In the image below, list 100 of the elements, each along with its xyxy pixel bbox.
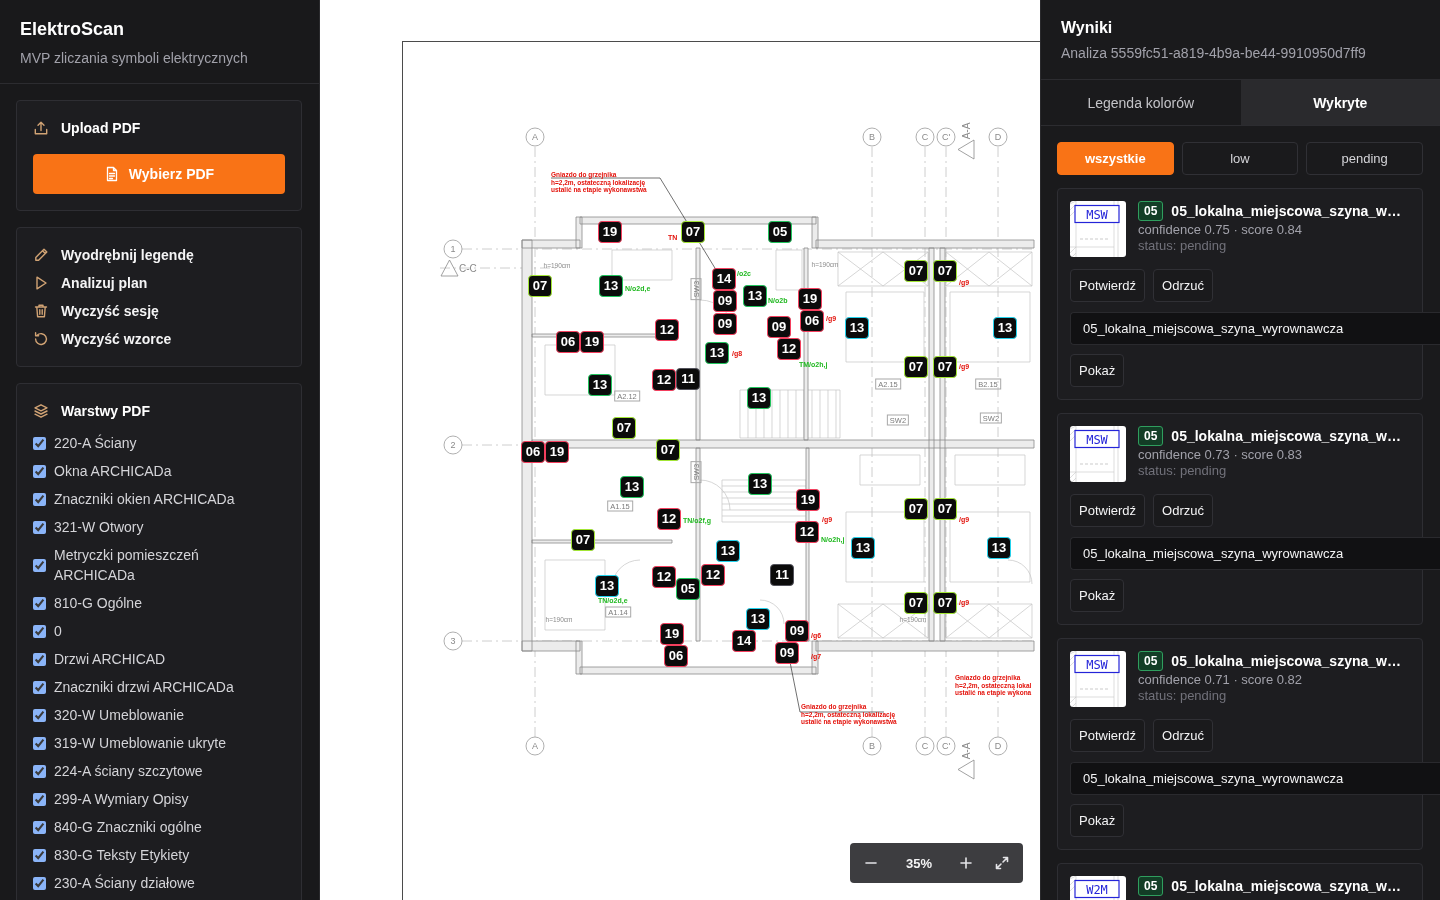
symbol-marker[interactable]: 14: [712, 268, 736, 290]
symbol-marker[interactable]: 07: [681, 221, 705, 243]
result-title: 05_lokalna_miejscowa_szyna_w…: [1171, 878, 1401, 894]
symbol-marker[interactable]: 13: [845, 317, 869, 339]
tab[interactable]: Wykryte: [1240, 80, 1440, 125]
symbol-marker[interactable]: 07: [933, 498, 957, 520]
panel-title: Wyniki: [1061, 18, 1114, 38]
symbol-marker[interactable]: 13: [743, 285, 767, 307]
symbol-marker[interactable]: 09: [775, 642, 799, 664]
reject-button[interactable]: Odrzuć: [1153, 719, 1213, 752]
symbol-marker[interactable]: 13: [599, 275, 623, 297]
confirm-button[interactable]: Potwierdź: [1070, 269, 1146, 302]
symbol-marker[interactable]: 07: [904, 498, 928, 520]
symbol-marker[interactable]: 07: [904, 592, 928, 614]
symbol-marker[interactable]: 12: [795, 521, 819, 543]
symbol-marker[interactable]: 09: [785, 620, 809, 642]
show-button[interactable]: Pokaż: [1070, 804, 1125, 837]
symbol-marker[interactable]: 07: [612, 417, 636, 439]
symbol-marker[interactable]: 13: [620, 476, 644, 498]
symbol-marker[interactable]: 19: [545, 441, 569, 463]
symbol-marker[interactable]: 13: [746, 608, 770, 630]
checkbox[interactable]: [33, 652, 46, 666]
filter-button[interactable]: low: [1181, 142, 1299, 175]
symbol-marker[interactable]: 11: [770, 564, 794, 586]
symbol-marker[interactable]: 06: [556, 331, 580, 353]
symbol-marker[interactable]: 19: [598, 221, 622, 243]
symbol-marker[interactable]: 07: [528, 275, 552, 297]
symbol-marker[interactable]: 05: [676, 578, 700, 600]
symbol-marker[interactable]: 13: [588, 374, 612, 396]
action-item[interactable]: Wyodrębnij legendę: [33, 241, 285, 269]
filter-button[interactable]: pending: [1306, 142, 1423, 175]
show-button[interactable]: Pokaż: [1070, 579, 1125, 612]
symbol-marker[interactable]: 14: [732, 630, 756, 652]
symbol-marker[interactable]: 07: [933, 260, 957, 282]
analysis-id: Analiza 5559fc51-a819-4b9a-be44-9910950d7ff9: [1061, 44, 1367, 63]
action-item[interactable]: Analizuj plan: [33, 269, 285, 297]
checkbox[interactable]: [33, 492, 46, 506]
symbol-marker[interactable]: 12: [652, 369, 676, 391]
symbol-marker[interactable]: 07: [656, 439, 680, 461]
symbol-marker[interactable]: 13: [595, 575, 619, 597]
symbol-marker[interactable]: 07: [904, 356, 928, 378]
plus-icon[interactable]: [959, 856, 973, 870]
symbol-marker[interactable]: 19: [580, 331, 604, 353]
symbol-marker[interactable]: 09: [767, 316, 791, 338]
symbol-marker[interactable]: 13: [748, 473, 772, 495]
symbol-marker[interactable]: 19: [660, 623, 684, 645]
confirm-button[interactable]: Potwierdź: [1070, 494, 1146, 527]
checkbox[interactable]: [33, 848, 46, 862]
symbol-marker[interactable]: 11: [676, 368, 700, 390]
symbol-marker[interactable]: 13: [987, 537, 1011, 559]
confirm-button[interactable]: Potwierdź: [1070, 719, 1146, 752]
checkbox[interactable]: [33, 558, 46, 572]
symbol-marker[interactable]: 06: [521, 441, 545, 463]
expand-icon[interactable]: [995, 856, 1009, 870]
action-item[interactable]: Wyczyść sesję: [33, 297, 285, 325]
symbol-marker[interactable]: 12: [701, 564, 725, 586]
checkbox[interactable]: [33, 820, 46, 834]
checkbox[interactable]: [33, 736, 46, 750]
checkbox[interactable]: [33, 708, 46, 722]
checkbox[interactable]: [33, 876, 46, 890]
symbol-marker[interactable]: 13: [716, 540, 740, 562]
reject-button[interactable]: Odrzuć: [1153, 269, 1213, 302]
checkbox[interactable]: [33, 624, 46, 638]
checkbox[interactable]: [33, 596, 46, 610]
class-badge: 05: [1138, 201, 1164, 221]
symbol-marker[interactable]: 13: [747, 387, 771, 409]
layer-label: Drzwi ARCHICAD: [54, 650, 166, 669]
symbol-marker[interactable]: 06: [800, 310, 824, 332]
symbol-marker[interactable]: 12: [657, 508, 681, 530]
symbol-marker[interactable]: 09: [713, 313, 737, 335]
symbol-marker[interactable]: 12: [655, 319, 679, 341]
symbol-marker[interactable]: 07: [904, 260, 928, 282]
symbol-marker[interactable]: 09: [713, 290, 737, 312]
checkbox[interactable]: [33, 464, 46, 478]
class-field[interactable]: 05_lokalna_miejscowa_szyna_wyrownawcza: [1070, 312, 1440, 345]
tab[interactable]: Legenda kolorów: [1041, 80, 1241, 125]
class-field[interactable]: 05_lokalna_miejscowa_szyna_wyrownawcza: [1070, 537, 1440, 570]
checkbox[interactable]: [33, 520, 46, 534]
symbol-marker[interactable]: 07: [571, 529, 595, 551]
symbol-marker[interactable]: 12: [652, 566, 676, 588]
symbol-marker[interactable]: 06: [664, 645, 688, 667]
checkbox[interactable]: [33, 680, 46, 694]
symbol-marker[interactable]: 19: [798, 288, 822, 310]
symbol-marker[interactable]: 05: [768, 221, 792, 243]
symbol-marker[interactable]: 12: [777, 338, 801, 360]
symbol-marker[interactable]: 07: [933, 356, 957, 378]
symbol-marker[interactable]: 19: [796, 489, 820, 511]
grid-bubble: 2: [443, 435, 463, 455]
checkbox[interactable]: [33, 436, 46, 450]
checkbox[interactable]: [33, 792, 46, 806]
show-button[interactable]: Pokaż: [1070, 354, 1125, 387]
symbol-marker[interactable]: 13: [993, 317, 1017, 339]
reject-button[interactable]: Odrzuć: [1153, 494, 1213, 527]
action-item[interactable]: Wyczyść wzorce: [33, 325, 285, 353]
symbol-marker[interactable]: 07: [933, 592, 957, 614]
class-field[interactable]: 05_lokalna_miejscowa_szyna_wyrownawcza: [1070, 762, 1440, 795]
result-meta: confidence 0.75 · score 0.84: [1138, 222, 1304, 238]
symbol-marker[interactable]: 13: [705, 342, 729, 364]
symbol-marker[interactable]: 13: [851, 537, 875, 559]
checkbox[interactable]: [33, 764, 46, 778]
